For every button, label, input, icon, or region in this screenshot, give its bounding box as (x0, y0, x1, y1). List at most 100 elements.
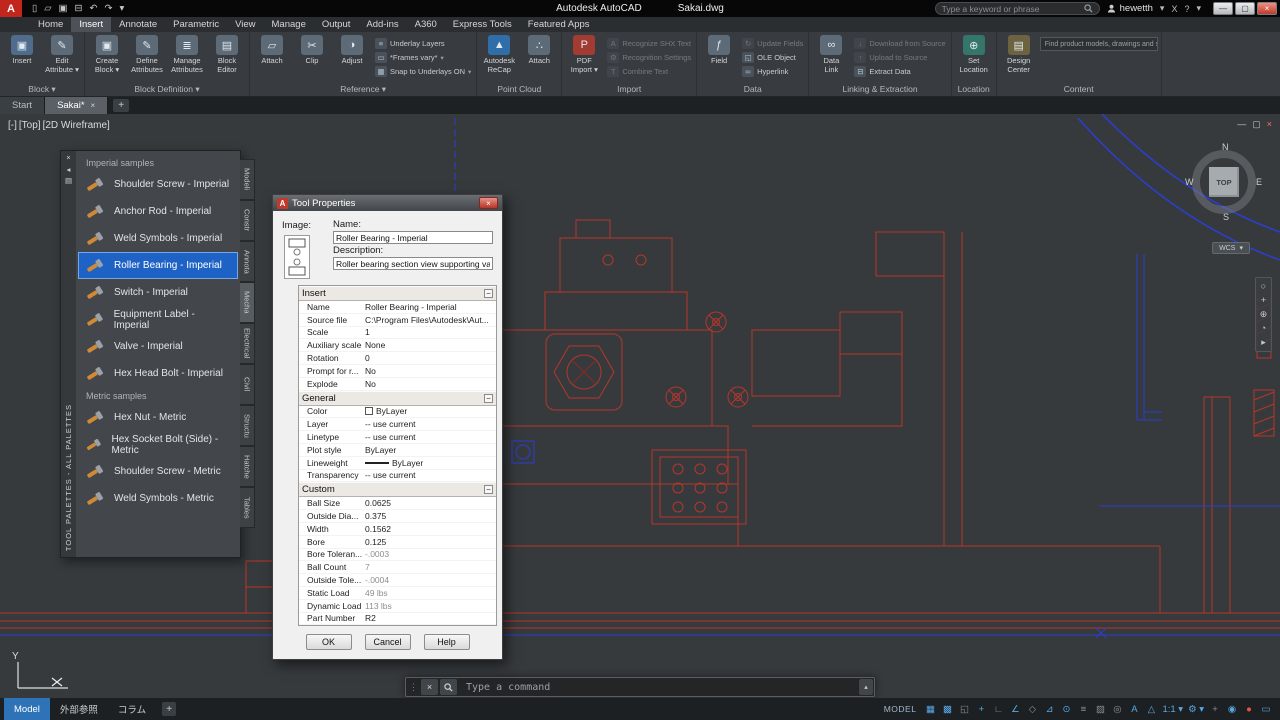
palette-tab-modeli[interactable]: Modeli (240, 159, 255, 200)
viewport-menu-control[interactable]: [-] (8, 120, 17, 131)
palette-auto-hide-icon[interactable]: ◂ (67, 166, 71, 174)
ribbon-button-attach[interactable]: ▱Attach (253, 34, 291, 65)
new-tab-button[interactable]: + (113, 99, 129, 112)
ribbon-item-combine-text[interactable]: TCombine Text (605, 65, 693, 78)
layout-tab-item-1[interactable]: 外部参照 (50, 698, 108, 720)
property-row-rotation[interactable]: Rotation0 (299, 352, 496, 365)
wcs-selector[interactable]: WCS ▾ (1212, 242, 1250, 254)
property-value[interactable]: -- use current (365, 419, 496, 429)
viewport-restore-icon[interactable]: ▢ (1252, 119, 1261, 130)
collapse-icon[interactable]: − (484, 289, 493, 298)
property-value[interactable]: No (365, 366, 496, 376)
compass-west-label[interactable]: W (1185, 177, 1194, 187)
ribbon-item-download-from-source[interactable]: ↓Download from Source (852, 37, 947, 50)
property-value[interactable]: ByLayer (365, 406, 496, 416)
ortho-mode-icon[interactable]: ∟ (990, 701, 1006, 717)
help-button[interactable]: Help (424, 634, 470, 650)
open-file-icon[interactable]: ▱ (44, 3, 51, 14)
palette-item-hex-nut-metric[interactable]: Hex Nut - Metric (78, 404, 238, 431)
dialog-close-icon[interactable]: × (479, 197, 498, 209)
ribbon-button-clip[interactable]: ✂Clip (293, 34, 331, 65)
tab-view[interactable]: View (227, 17, 263, 32)
ribbon-item-extract-data[interactable]: ⊟Extract Data (852, 65, 947, 78)
property-row-outside-dia[interactable]: Outside Dia...0.375 (299, 510, 496, 523)
ribbon-button-block-editor[interactable]: ▤Block Editor (208, 34, 246, 74)
palette-item-shoulder-screw-imperial[interactable]: Shoulder Screw - Imperial (78, 171, 238, 198)
cancel-button[interactable]: Cancel (365, 634, 411, 650)
tab-express-tools[interactable]: Express Tools (445, 17, 520, 32)
ribbon-panel-label[interactable]: Location (952, 82, 996, 96)
infer-constraints-icon[interactable]: ◱ (956, 701, 972, 717)
ribbon-item-underlay-layers[interactable]: ≡Underlay Layers (373, 37, 473, 50)
ribbon-button-design-center[interactable]: ▤Design Center (1000, 34, 1038, 74)
ribbon-panel-label[interactable]: Linking & Extraction (809, 82, 950, 96)
property-row-plot-style[interactable]: Plot styleByLayer (299, 444, 496, 457)
qat-dropdown-icon[interactable]: ▾ (119, 3, 124, 14)
maximize-button[interactable]: ▢ (1235, 2, 1255, 15)
property-value[interactable]: 49 lbs (365, 588, 496, 598)
property-value[interactable]: 0.0625 (365, 498, 496, 508)
palette-properties-icon[interactable]: ▤ (65, 177, 72, 185)
palette-item-roller-bearing-imperial[interactable]: Roller Bearing - Imperial (78, 252, 238, 279)
undo-icon[interactable]: ↶ (90, 3, 98, 14)
model-space-label[interactable]: MODEL (884, 704, 917, 714)
property-value[interactable]: Roller Bearing - Imperial (365, 302, 496, 312)
command-history-expand-icon[interactable]: ▴ (859, 679, 873, 695)
property-row-name[interactable]: NameRoller Bearing - Imperial (299, 301, 496, 314)
viewport-minimize-icon[interactable]: — (1237, 119, 1246, 130)
redo-icon[interactable]: ↷ (104, 3, 112, 14)
ribbon-button-define-attributes[interactable]: ✎Define Attributes (128, 34, 166, 74)
palette-item-valve-imperial[interactable]: Valve - Imperial (78, 333, 238, 360)
property-value[interactable]: 0.1562 (365, 524, 496, 534)
ribbon-item-upload-to-source[interactable]: ↑Upload to Source (852, 51, 947, 64)
palette-item-switch-imperial[interactable]: Switch - Imperial (78, 279, 238, 306)
tab-home[interactable]: Home (30, 17, 71, 32)
property-row-lineweight[interactable]: LineweightByLayer (299, 457, 496, 470)
command-line[interactable]: ⋮ × Type a command ▴ (405, 677, 875, 697)
ribbon-button-pdf-import[interactable]: PPDF Import ▾ (565, 34, 603, 74)
ribbon-panel-label[interactable]: Import (562, 82, 696, 96)
property-row-ball-count[interactable]: Ball Count7 (299, 561, 496, 574)
ribbon-button-attach[interactable]: ∴Attach (520, 34, 558, 65)
new-file-icon[interactable]: ▯ (32, 3, 37, 14)
property-row-outside-tole[interactable]: Outside Tole...-.0004 (299, 574, 496, 587)
ribbon-panel-label[interactable]: Content (997, 82, 1161, 96)
visual-style-control[interactable]: [2D Wireframe] (43, 120, 110, 131)
palette-tab-mecha[interactable]: Mecha (240, 282, 255, 323)
palette-tab-annota[interactable]: Annota (240, 241, 255, 282)
layout-tab-model[interactable]: Model (4, 698, 50, 720)
tab-annotate[interactable]: Annotate (111, 17, 165, 32)
ribbon-panel-label[interactable]: Block Definition ▾ (85, 82, 249, 96)
palette-tab-constr[interactable]: Constr (240, 200, 255, 241)
property-row-transparency[interactable]: Transparency-- use current (299, 470, 496, 483)
lineweight-icon[interactable]: ≡ (1075, 701, 1091, 717)
object-snap-icon[interactable]: ⊙ (1058, 701, 1074, 717)
compass-south-label[interactable]: S (1223, 212, 1229, 222)
help-search-box[interactable]: Type a keyword or phrase (935, 2, 1100, 15)
section-header-custom[interactable]: Custom− (299, 482, 496, 497)
ribbon-item-recognition-settings[interactable]: ⚙Recognition Settings (605, 51, 693, 64)
palette-item-equipment-label-imperial[interactable]: Equipment Label - Imperial (78, 306, 238, 333)
ribbon-item-recognize-shx-text[interactable]: ARecognize SHX Text (605, 37, 693, 50)
content-search-box[interactable]: Find product models, drawings and specs (1040, 37, 1158, 51)
property-row-part-number[interactable]: Part NumberR2 (299, 613, 496, 626)
property-value[interactable]: 0.125 (365, 537, 496, 547)
property-value[interactable]: -.0004 (365, 575, 496, 585)
property-row-width[interactable]: Width0.1562 (299, 523, 496, 536)
property-value[interactable]: -- use current (365, 432, 496, 442)
ribbon-item-frames-vary[interactable]: ▭*Frames vary*▾ (373, 51, 473, 64)
dialog-titlebar[interactable]: A Tool Properties × (273, 195, 502, 211)
collapse-icon[interactable]: − (484, 485, 493, 494)
annotation-monitor-icon[interactable]: + (1207, 701, 1223, 717)
palette-tab-civil[interactable]: Civil (240, 364, 255, 405)
palette-tab-tables[interactable]: Tables (240, 487, 255, 528)
viewport-close-icon[interactable]: × (1267, 119, 1272, 130)
help-dropdown-icon[interactable]: ▾ (1196, 3, 1201, 14)
viewcube[interactable]: TOP N S W E (1186, 144, 1262, 220)
command-input[interactable]: Type a command (466, 682, 550, 693)
tab-a360[interactable]: A360 (407, 17, 445, 32)
ribbon-button-adjust[interactable]: ◑Adjust (333, 34, 371, 65)
palette-close-icon[interactable]: × (66, 154, 70, 162)
palette-item-anchor-rod-imperial[interactable]: Anchor Rod - Imperial (78, 198, 238, 225)
save-icon[interactable]: ▣ (59, 3, 68, 14)
